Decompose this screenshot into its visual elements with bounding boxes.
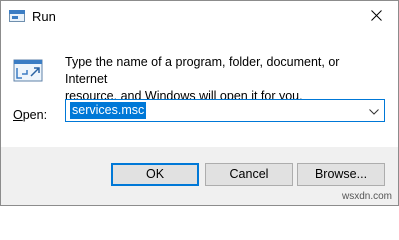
browse-button[interactable]: Browse... bbox=[297, 163, 385, 186]
open-label-text: pen: bbox=[22, 108, 48, 122]
close-button[interactable] bbox=[354, 1, 398, 32]
button-bar: OK Cancel Browse... wsxdn.com bbox=[1, 147, 398, 205]
window-title: Run bbox=[32, 9, 56, 24]
description-line-1: Type the name of a program, folder, docu… bbox=[65, 55, 340, 86]
ok-button[interactable]: OK bbox=[111, 163, 199, 186]
watermark: wsxdn.com bbox=[341, 191, 392, 202]
open-input-value[interactable]: services.msc bbox=[70, 102, 147, 119]
chevron-down-icon bbox=[369, 102, 379, 120]
run-icon bbox=[9, 9, 25, 23]
close-icon bbox=[370, 8, 382, 26]
open-label: Open: bbox=[13, 108, 47, 122]
dialog-description: Type the name of a program, folder, docu… bbox=[65, 54, 385, 105]
title-bar[interactable]: Run bbox=[1, 1, 398, 32]
open-label-mnemonic: O bbox=[13, 108, 23, 122]
dropdown-button[interactable] bbox=[364, 100, 384, 121]
dialog-body: Type the name of a program, folder, docu… bbox=[1, 32, 398, 147]
run-dialog: Run Type the name of a program, folder, … bbox=[0, 0, 399, 206]
run-program-icon bbox=[13, 54, 45, 86]
open-combobox[interactable]: services.msc bbox=[65, 99, 385, 122]
cancel-button[interactable]: Cancel bbox=[205, 163, 293, 186]
